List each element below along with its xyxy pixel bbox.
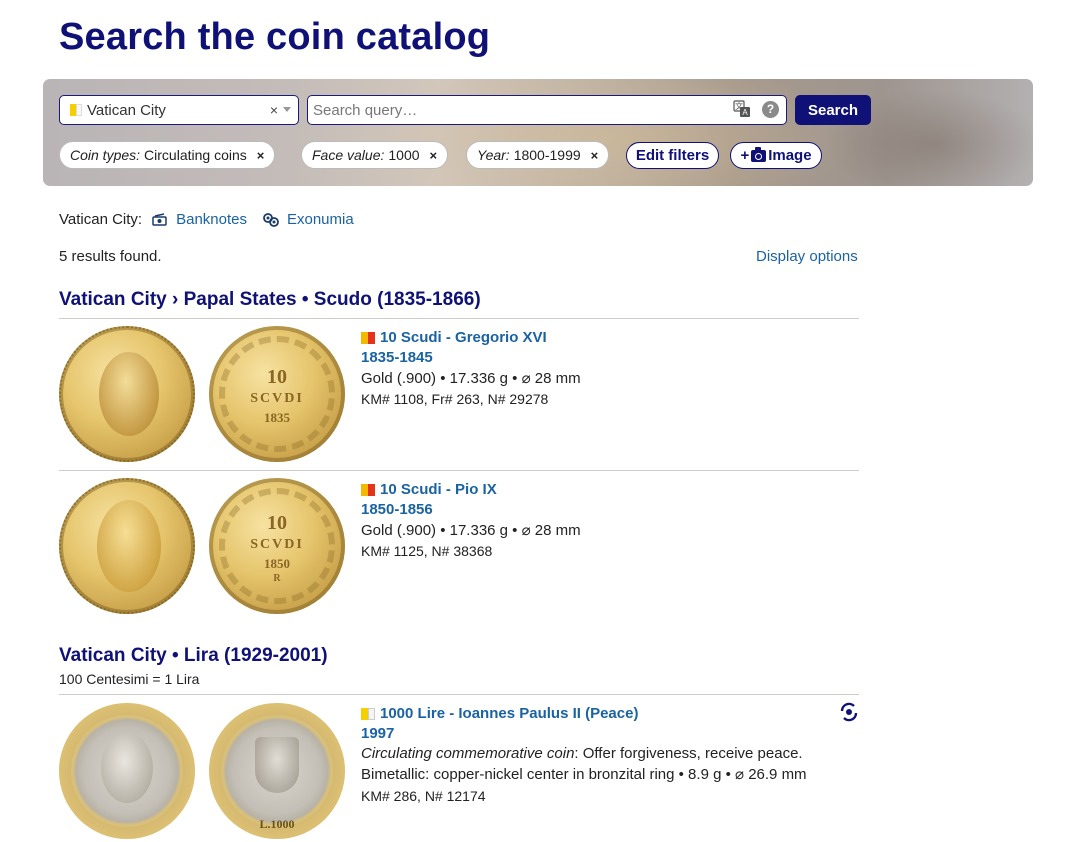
section-title[interactable]: Vatican City • Lira (1929-2001) <box>59 645 328 667</box>
coat-of-arms <box>255 737 299 793</box>
coin-spec: Gold (.900) • 17.336 g • ⌀ 28 mm <box>361 522 581 539</box>
search-input[interactable] <box>307 95 787 125</box>
coin-spec: Bimetallic: copper-nickel center in bron… <box>361 766 807 783</box>
section-title[interactable]: Vatican City › Papal States • Scudo (183… <box>59 289 481 311</box>
coin-date: 1835 <box>264 410 290 425</box>
banknotes-link[interactable]: Banknotes <box>176 211 247 228</box>
coin-title-text: 10 Scudi - Gregorio XVI <box>380 329 547 346</box>
coin-title-text: 1000 Lire - Ioannes Paulus II (Peace) <box>380 705 639 722</box>
coin-refs: KM# 1108, Fr# 263, N# 29278 <box>361 391 549 407</box>
filter-name: Face value: <box>312 147 385 163</box>
coin-type-description: : Offer forgiveness, receive peace. <box>574 745 803 762</box>
coin-swap-icon[interactable] <box>839 702 859 722</box>
search-panel: Vatican City × 文 A ? Search Coin types: … <box>43 79 1033 186</box>
divider <box>59 470 859 471</box>
coin-title-text: 10 Scudi - Pio IX <box>380 481 497 498</box>
portrait-relief <box>97 500 161 592</box>
coin-title-link[interactable]: 10 Scudi - Pio IX <box>361 481 497 498</box>
coin-date: 1850 <box>264 556 290 571</box>
plus-icon: + <box>740 147 750 164</box>
papal-states-flag-icon <box>361 331 375 344</box>
coin-type: Circulating commemorative coin: Offer fo… <box>361 745 803 762</box>
coin-reverse-image[interactable]: L.1000 <box>209 703 345 839</box>
coin-denomination: 10 <box>267 366 287 388</box>
country-select-value: Vatican City <box>87 101 166 119</box>
coin-refs: KM# 1125, N# 38368 <box>361 543 493 559</box>
coin-reverse-image[interactable]: 10 SCVDI 1835 <box>209 326 345 462</box>
coin-obverse-image[interactable] <box>59 478 195 614</box>
coin-years[interactable]: 1835-1845 <box>361 349 433 366</box>
vatican-flag-icon <box>361 707 375 720</box>
remove-filter-icon[interactable]: × <box>430 148 438 163</box>
coin-refs: KM# 286, N# 12174 <box>361 788 486 804</box>
page-title: Search the coin catalog <box>59 16 491 58</box>
coin-years[interactable]: 1850-1856 <box>361 501 433 518</box>
country-select[interactable]: Vatican City × <box>59 95 299 125</box>
coin-obverse-image[interactable] <box>59 326 195 462</box>
filter-value: Circulating coins <box>144 147 247 163</box>
filter-chip-year[interactable]: Year: 1800-1999 × <box>466 141 610 169</box>
remove-filter-icon[interactable]: × <box>257 148 265 163</box>
exonumia-link[interactable]: Exonumia <box>287 211 354 228</box>
search-button[interactable]: Search <box>795 95 871 125</box>
svg-text:A: A <box>742 108 748 117</box>
coin-unit: SCVDI <box>250 391 304 406</box>
help-icon[interactable]: ? <box>762 101 779 118</box>
related-label: Vatican City: <box>59 211 143 228</box>
filter-value: 1000 <box>388 147 420 163</box>
translate-icon[interactable]: 文 A <box>733 100 751 118</box>
divider <box>59 318 859 319</box>
coin-mintmark: R <box>273 573 281 584</box>
coin-denomination: 10 <box>267 512 287 534</box>
papal-states-flag-icon <box>361 483 375 496</box>
coin-denomination: L.1000 <box>259 817 295 831</box>
filter-chip-coin-types[interactable]: Coin types: Circulating coins × <box>59 141 276 169</box>
portrait-relief <box>99 352 159 436</box>
coin-reverse-image[interactable]: 10 SCVDI 1850 R <box>209 478 345 614</box>
add-image-button[interactable]: + Image <box>730 142 822 169</box>
edit-filters-button[interactable]: Edit filters <box>626 142 719 169</box>
related-links: Vatican City: Banknotes Exonumia <box>59 211 354 228</box>
section-subtitle: 100 Centesimi = 1 Lira <box>59 671 200 687</box>
coin-spec: Gold (.900) • 17.336 g • ⌀ 28 mm <box>361 370 581 387</box>
filter-chip-face-value[interactable]: Face value: 1000 × <box>301 141 449 169</box>
coin-title-link[interactable]: 10 Scudi - Gregorio XVI <box>361 329 547 346</box>
coin-title-link[interactable]: 1000 Lire - Ioannes Paulus II (Peace) <box>361 705 638 722</box>
remove-filter-icon[interactable]: × <box>591 148 599 163</box>
exonumia-icon <box>263 212 279 227</box>
portrait-relief <box>101 733 153 803</box>
coin-years[interactable]: 1997 <box>361 725 394 742</box>
add-image-label: Image <box>768 147 812 164</box>
coin-obverse-image[interactable] <box>59 703 195 839</box>
camera-icon <box>751 146 767 162</box>
display-options-link[interactable]: Display options <box>756 248 858 265</box>
results-count: 5 results found. <box>59 248 162 265</box>
filter-name: Year: <box>477 147 510 163</box>
banknote-icon <box>152 212 167 226</box>
clear-country-icon[interactable]: × <box>270 102 278 118</box>
vatican-flag-icon <box>70 104 82 116</box>
filter-name: Coin types: <box>70 147 141 163</box>
divider <box>59 694 859 695</box>
coin-type-label: Circulating commemorative coin <box>361 745 575 762</box>
filter-value: 1800-1999 <box>513 147 581 163</box>
chevron-down-icon[interactable] <box>283 107 291 112</box>
coin-unit: SCVDI <box>250 537 304 552</box>
